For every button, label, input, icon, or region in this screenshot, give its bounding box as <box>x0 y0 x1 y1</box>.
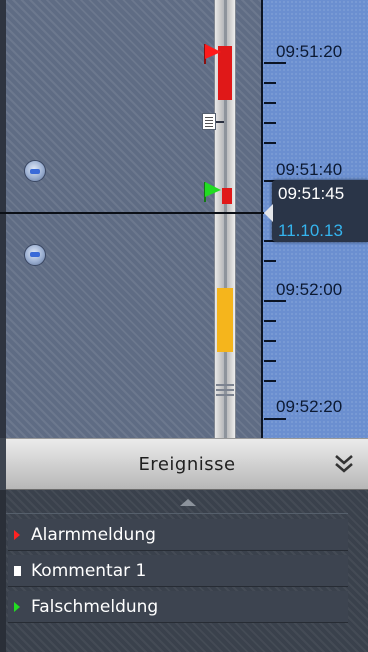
minor-tick <box>264 260 276 262</box>
minor-tick <box>264 360 276 362</box>
track-grip-line <box>216 389 234 391</box>
major-tick <box>264 300 286 302</box>
time-tick-label: 09:51:40 <box>276 160 343 179</box>
cursor-pointer-icon[interactable] <box>264 204 273 222</box>
major-tick <box>264 418 286 420</box>
minor-tick <box>264 320 276 322</box>
event-label: Falschmeldung <box>31 597 159 617</box>
false-alarm-segment[interactable] <box>222 188 232 204</box>
left-edge-shadow <box>0 0 6 438</box>
alarm-flag-icon[interactable] <box>203 42 223 66</box>
comment-icon[interactable] <box>202 113 216 130</box>
playback-cursor-line[interactable] <box>0 212 264 214</box>
jump-up-icon[interactable] <box>24 160 46 182</box>
time-tick-label: 09:51:20 <box>276 42 343 61</box>
highlight-segment[interactable] <box>217 288 233 352</box>
double-chevron-down-icon[interactable] <box>332 453 356 475</box>
events-panel-header[interactable]: Ereignisse <box>6 438 368 490</box>
cursor-time: 09:51:45 <box>278 184 345 203</box>
event-item-falschmeldung[interactable]: Falschmeldung <box>8 591 348 623</box>
events-panel-title: Ereignisse <box>138 454 236 475</box>
track-grip-line <box>216 394 234 396</box>
time-tick-label: 09:52:20 <box>276 397 343 416</box>
triangle-up-icon[interactable] <box>180 499 196 506</box>
timeline-panel[interactable]: 09:51:20 09:51:40 09:52:00 09:52:20 09:5… <box>0 0 368 438</box>
minor-tick <box>264 82 276 84</box>
minor-tick <box>264 142 276 144</box>
minor-tick <box>264 102 276 104</box>
event-item-alarmmeldung[interactable]: Alarmmeldung <box>8 519 348 551</box>
event-label: Alarmmeldung <box>31 525 156 545</box>
red-triangle-icon <box>14 530 20 540</box>
minor-tick <box>264 380 276 382</box>
cursor-date: 11.10.13 <box>278 221 343 240</box>
green-triangle-icon <box>14 602 20 612</box>
comment-marker-tick <box>216 121 224 123</box>
jump-down-icon[interactable] <box>24 244 46 266</box>
event-label: Kommentar 1 <box>31 561 147 581</box>
false-alarm-flag-icon[interactable] <box>203 180 223 204</box>
minor-tick <box>264 122 276 124</box>
event-item-kommentar[interactable]: Kommentar 1 <box>8 555 348 587</box>
events-left-edge <box>0 490 6 652</box>
time-tick-label: 09:52:00 <box>276 280 343 299</box>
document-icon <box>14 566 21 576</box>
scale-divider <box>261 0 263 438</box>
events-divider <box>6 513 348 514</box>
major-tick <box>264 62 286 64</box>
track-grip-line <box>216 384 234 386</box>
minor-tick <box>264 340 276 342</box>
